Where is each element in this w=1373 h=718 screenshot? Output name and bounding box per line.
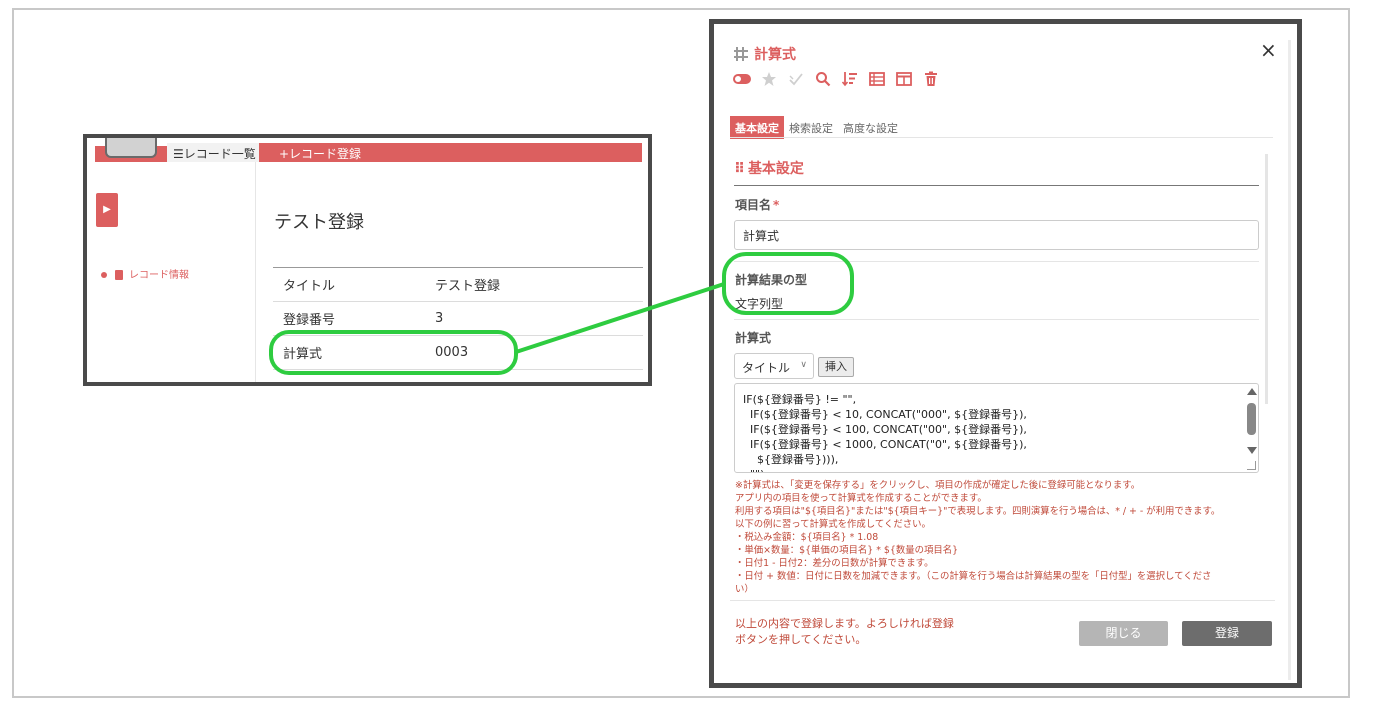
item-name-input[interactable]	[734, 220, 1259, 250]
footer-divider	[730, 600, 1275, 601]
scroll-thumb[interactable]	[1247, 403, 1256, 435]
record-detail-panel: ☰レコード一覧 +レコード登録 ▶ レコード情報 テスト登録 タイトル テスト登…	[83, 134, 652, 386]
row-value: 0003	[435, 345, 469, 360]
help-line: ※計算式は、「変更を保存する」をクリックし、項目の作成が確定した後に登録可能とな…	[735, 480, 1141, 491]
tabs-divider	[730, 137, 1273, 138]
resize-handle-icon[interactable]	[1247, 461, 1256, 470]
content-scrollbar[interactable]	[1265, 154, 1268, 404]
drag-handle-icon: ⠿	[734, 161, 745, 177]
section-divider	[734, 185, 1259, 186]
sidebar-divider	[255, 162, 256, 382]
toggle-icon[interactable]	[732, 70, 751, 88]
close-icon[interactable]: ×	[1260, 40, 1277, 60]
field-select-value: タイトル	[742, 361, 791, 375]
section-title-text: 基本設定	[747, 161, 804, 177]
search-icon[interactable]	[813, 70, 832, 88]
dialog-title-text: 計算式	[754, 47, 796, 63]
result-type-label: 計算結果の型	[735, 273, 808, 287]
footer-message: 以上の内容で登録します。よろしければ登録ボタンを押してください。	[735, 617, 954, 646]
tab-record-register[interactable]: +レコード登録	[259, 143, 642, 162]
formula-help-notes: ※計算式は、「変更を保存する」をクリックし、項目の作成が確定した後に登録可能とな…	[735, 479, 1257, 596]
textarea-scrollbar[interactable]	[1246, 386, 1257, 470]
help-line: ・日付 + 数値：日付に日数を加減できます。（この計算を行う場合は計算結果の型を…	[735, 571, 1212, 582]
help-line: 以下の例に習って計算式を作成してください。	[735, 519, 931, 530]
sidebar-item-label: レコード情報	[129, 270, 189, 281]
formula-textarea[interactable]: IF(${登録番号} != "", IF(${登録番号} < 10, CONCA…	[734, 383, 1259, 473]
list-icon[interactable]	[867, 70, 886, 88]
help-line: ・税込み金額：${項目名} * 1.08	[735, 532, 879, 543]
sidebar-toggle-button[interactable]: ▶	[96, 193, 118, 227]
dialog-toolbar	[732, 70, 940, 88]
record-title: テスト登録	[274, 212, 364, 233]
table-row: タイトル テスト登録	[273, 268, 643, 302]
formula-settings-dialog: 計算式 × 基本設定 検索設定 高度な設定 ⠿ 基本設定 項目名 * 計算式 計…	[709, 19, 1302, 688]
field-divider	[734, 319, 1259, 320]
formula-icon	[734, 47, 748, 61]
table-row: 計算式 0003	[273, 336, 643, 370]
row-key: 登録番号	[283, 313, 336, 328]
item-name-label: 項目名 *	[735, 196, 779, 213]
chevron-down-icon: ∨	[800, 360, 807, 370]
row-key: 計算式	[283, 347, 323, 362]
dialog-scrollbar[interactable]	[1288, 40, 1291, 680]
sort-icon[interactable]	[840, 70, 859, 88]
star-icon[interactable]	[759, 70, 778, 88]
columns-icon[interactable]	[894, 70, 913, 88]
formula-text: IF(${登録番号} != "", IF(${登録番号} < 10, CONCA…	[743, 393, 1027, 472]
tab-advanced-settings[interactable]: 高度な設定	[838, 116, 903, 139]
tab-record-list-label: レコード一覧	[183, 147, 256, 161]
tab-record-list[interactable]: ☰レコード一覧	[167, 143, 259, 162]
help-line: ・日付1 - 日付2：差分の日数が計算できます。	[735, 558, 934, 569]
record-table: タイトル テスト登録 登録番号 3 計算式 0003	[273, 267, 643, 370]
insert-button[interactable]: 挿入	[818, 357, 854, 377]
section-title: ⠿ 基本設定	[734, 158, 804, 178]
required-mark: *	[773, 198, 780, 212]
scroll-down-icon[interactable]	[1247, 447, 1257, 454]
sidebar-item-record-info[interactable]: レコード情報	[101, 266, 189, 281]
row-value: 3	[435, 311, 444, 326]
row-value: テスト登録	[435, 279, 501, 294]
help-line: 利用する項目は"${項目名}"または"${項目キー}"で表現します。四則演算を行…	[735, 506, 1221, 517]
scroll-up-icon[interactable]	[1247, 388, 1257, 395]
settings-tabs: 基本設定 検索設定 高度な設定	[730, 116, 903, 139]
tab-search-settings[interactable]: 検索設定	[784, 116, 838, 139]
field-select[interactable]: タイトル ∨	[734, 353, 814, 379]
list-icon: ☰	[173, 147, 184, 161]
register-button[interactable]: 登録	[1182, 621, 1272, 646]
field-divider	[734, 261, 1259, 262]
tab-basic-settings[interactable]: 基本設定	[730, 116, 784, 139]
help-line: ・単価×数量：${単価の項目名} * ${数量の項目名}	[735, 545, 959, 556]
play-icon: ▶	[103, 204, 111, 215]
clipboard-icon	[115, 270, 123, 280]
item-name-label-text: 項目名	[735, 198, 772, 212]
app-header: ☰レコード一覧 +レコード登録	[87, 138, 648, 162]
table-row: 登録番号 3	[273, 302, 643, 336]
dialog-title: 計算式	[734, 44, 796, 64]
result-type-value: 文字列型	[735, 297, 784, 311]
bullet-icon	[101, 272, 107, 278]
check-icon[interactable]	[786, 70, 805, 88]
help-line: い）	[735, 584, 754, 595]
trash-icon[interactable]	[921, 70, 940, 88]
formula-label: 計算式	[735, 331, 772, 345]
row-key: タイトル	[283, 279, 336, 294]
help-line: アプリ内の項目を使って計算式を作成することができます。	[735, 493, 987, 504]
close-button[interactable]: 閉じる	[1079, 621, 1168, 646]
app-logo	[105, 138, 157, 158]
